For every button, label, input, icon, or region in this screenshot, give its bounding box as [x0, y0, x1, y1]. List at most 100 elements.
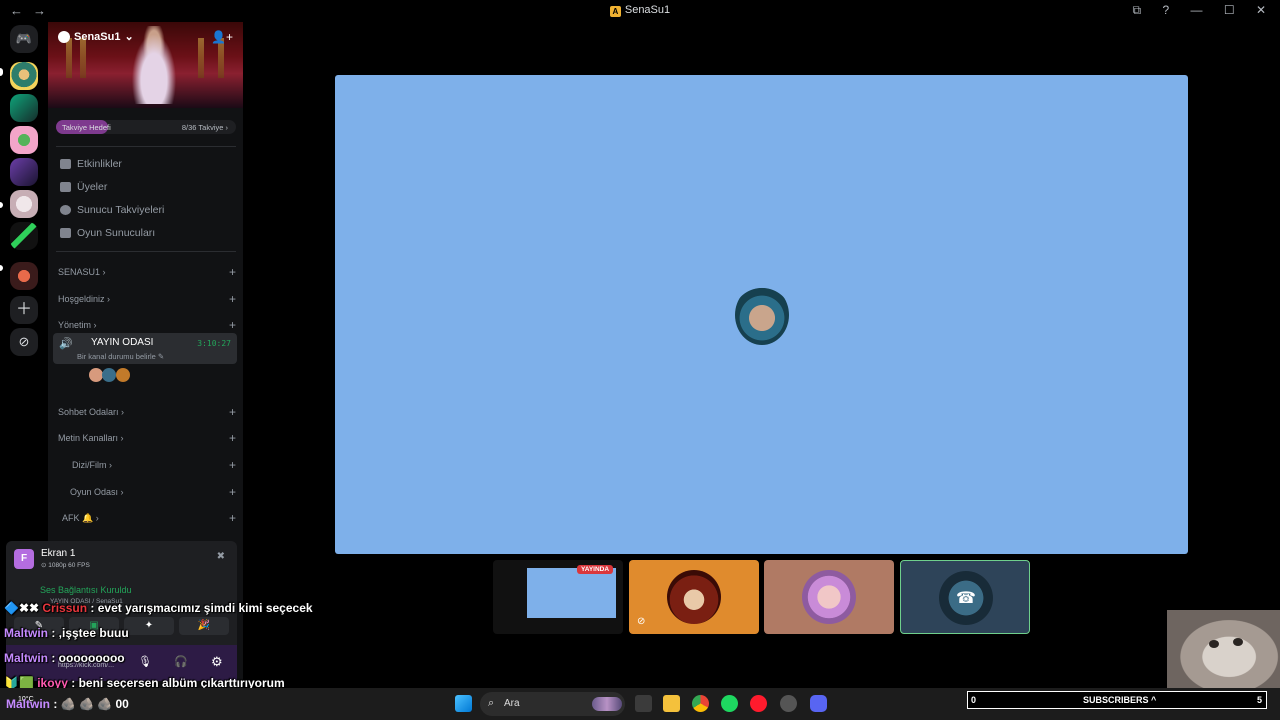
nav-game-servers[interactable]: Oyun Sunucuları: [60, 227, 155, 239]
screen-title: Ekran 1: [41, 548, 76, 559]
nav-label: Oyun Sunucuları: [77, 227, 156, 239]
category-senasu1[interactable]: SENASU1 › +: [58, 265, 236, 279]
category-label: Oyun Odası ›: [70, 487, 124, 497]
add-channel-icon[interactable]: +: [229, 405, 236, 419]
add-channel-icon[interactable]: +: [229, 292, 236, 306]
screen-avatar: F: [14, 549, 34, 569]
app-icon[interactable]: [780, 695, 797, 712]
participant-tile-2[interactable]: [764, 560, 894, 634]
nav-members[interactable]: Üyeler: [60, 181, 107, 193]
settings-gear-icon[interactable]: ⚙: [211, 654, 223, 670]
windows-start-icon[interactable]: [455, 695, 472, 712]
boost-progress: 8/36 Takviye ›: [181, 123, 228, 132]
stop-share-icon[interactable]: ✖: [217, 551, 225, 562]
nav-label: Sunucu Takviyeleri: [77, 204, 165, 216]
category-label: Sohbet Odaları ›: [58, 407, 125, 417]
speaker-icon: 🔊: [59, 338, 73, 350]
server-icon-1[interactable]: [10, 62, 38, 90]
category-welcome[interactable]: Hoşgeldiniz › +: [58, 292, 236, 306]
voice-user-avatar[interactable]: [116, 368, 130, 382]
close-button[interactable]: ✕: [1256, 3, 1266, 17]
muted-icon: ⊘: [637, 616, 646, 627]
file-explorer-icon[interactable]: [663, 695, 680, 712]
chat-message: 🔷✖✖ Crissun : evet yarışmacımız şimdi ki…: [4, 601, 313, 615]
add-channel-icon[interactable]: +: [229, 318, 236, 332]
nav-events[interactable]: Etkinlikler: [60, 158, 122, 170]
maximize-button[interactable]: ☐: [1224, 3, 1235, 17]
category-text-channels[interactable]: Metin Kanalları › +: [58, 431, 236, 445]
chat-text: : 🪨 🪨 🪨 00: [50, 697, 129, 711]
spotify-icon[interactable]: [721, 695, 738, 712]
members-icon: [60, 182, 71, 192]
caret-up-icon: ^: [1151, 695, 1157, 705]
discover-icon[interactable]: ⊘: [10, 328, 38, 356]
add-channel-icon[interactable]: +: [229, 511, 236, 525]
help-icon[interactable]: ?: [1162, 3, 1169, 17]
category-series-film[interactable]: Dizi/Film › +: [58, 458, 236, 472]
add-channel-icon[interactable]: +: [229, 485, 236, 499]
webcam-overlay: [1167, 610, 1280, 688]
discord-taskbar-icon[interactable]: [810, 695, 827, 712]
activity-button[interactable]: ✦: [124, 617, 174, 635]
inbox-icon[interactable]: ⧉: [1133, 3, 1142, 17]
invite-icon[interactable]: 👤+: [211, 30, 233, 44]
server-icon-2[interactable]: [10, 94, 38, 122]
add-channel-icon[interactable]: +: [229, 265, 236, 279]
server-icon-5[interactable]: [10, 190, 38, 218]
soundboard-button[interactable]: 🎉: [179, 617, 229, 635]
category-game-room[interactable]: Oyun Odası › +: [58, 485, 236, 499]
microphone-icon[interactable]: 🎙: [138, 655, 152, 668]
server-icon-7[interactable]: [10, 262, 38, 290]
chat-badges: 🔷✖✖: [4, 601, 43, 615]
boost-goal-bar[interactable]: Takviye Hedefi 8/36 Takviye ›: [56, 120, 236, 134]
unread-indicator: [0, 265, 3, 271]
trophy-decor: [218, 38, 224, 78]
gamepad-icon: [60, 228, 71, 238]
opera-icon[interactable]: [750, 695, 767, 712]
banner-image: [128, 26, 180, 104]
category-label: Yönetim ›: [58, 320, 97, 330]
calendar-icon: [60, 159, 71, 169]
chrome-icon[interactable]: [692, 695, 709, 712]
chat-text: : ,işştee buuu: [48, 626, 129, 640]
subscribers-label: SUBSCRIBERS: [1083, 695, 1149, 705]
add-channel-icon[interactable]: +: [229, 431, 236, 445]
search-placeholder: Ara: [504, 698, 520, 709]
add-server-icon[interactable]: ＋: [10, 296, 38, 324]
chat-message: Maltwin : 🪨 🪨 🪨 00: [6, 697, 129, 711]
minimize-button[interactable]: —: [1190, 3, 1202, 17]
server-icon-3[interactable]: [10, 126, 38, 154]
subscribers-right: 5: [1256, 695, 1262, 705]
boost-icon: [60, 205, 71, 215]
nav-label: Üyeler: [77, 181, 108, 193]
live-badge: YAYINDA: [577, 565, 614, 574]
stream-thumbnail[interactable]: YAYINDA: [493, 560, 623, 634]
chat-username: Maltwin: [4, 626, 48, 640]
voice-user-avatar[interactable]: [89, 368, 103, 382]
participant-tile-1[interactable]: ⊘: [629, 560, 759, 634]
category-label: AFK 🔔 ›: [62, 513, 99, 523]
participant-avatar: [667, 570, 721, 624]
discord-home-icon[interactable]: 🎮: [10, 25, 38, 53]
server-header[interactable]: SenaSu1 ⌄: [58, 30, 134, 43]
add-channel-icon[interactable]: +: [229, 458, 236, 472]
nav-boosts[interactable]: Sunucu Takviyeleri: [60, 204, 164, 216]
chat-username: Crissun: [42, 601, 88, 615]
server-icon-4[interactable]: [10, 158, 38, 186]
category-management[interactable]: Yönetim › +: [58, 318, 236, 332]
speaker-avatar: [735, 285, 789, 345]
subscribers-counter: 0 SUBSCRIBERS ^ 5: [967, 691, 1267, 709]
channel-status[interactable]: Bir kanal durumu belirle ✎: [77, 352, 164, 361]
taskbar-search[interactable]: ⌕ Ara: [480, 692, 625, 716]
category-chat-rooms[interactable]: Sohbet Odaları › +: [58, 405, 236, 419]
voice-channel-active[interactable]: 🔊 YAYIN ODASI 3:10:27 Bir kanal durumu b…: [53, 333, 237, 364]
task-view-icon[interactable]: [635, 695, 652, 712]
voice-user-avatar[interactable]: [102, 368, 116, 382]
server-badge-icon: A: [609, 6, 621, 17]
chat-message: Maltwin : ,işştee buuu: [4, 626, 129, 640]
subscribers-left: 0: [971, 695, 977, 705]
participant-tile-3[interactable]: ☎: [900, 560, 1030, 634]
category-afk[interactable]: AFK 🔔 › +: [58, 511, 236, 525]
server-icon-6[interactable]: [10, 222, 38, 250]
headphones-icon[interactable]: 🎧: [174, 655, 188, 668]
